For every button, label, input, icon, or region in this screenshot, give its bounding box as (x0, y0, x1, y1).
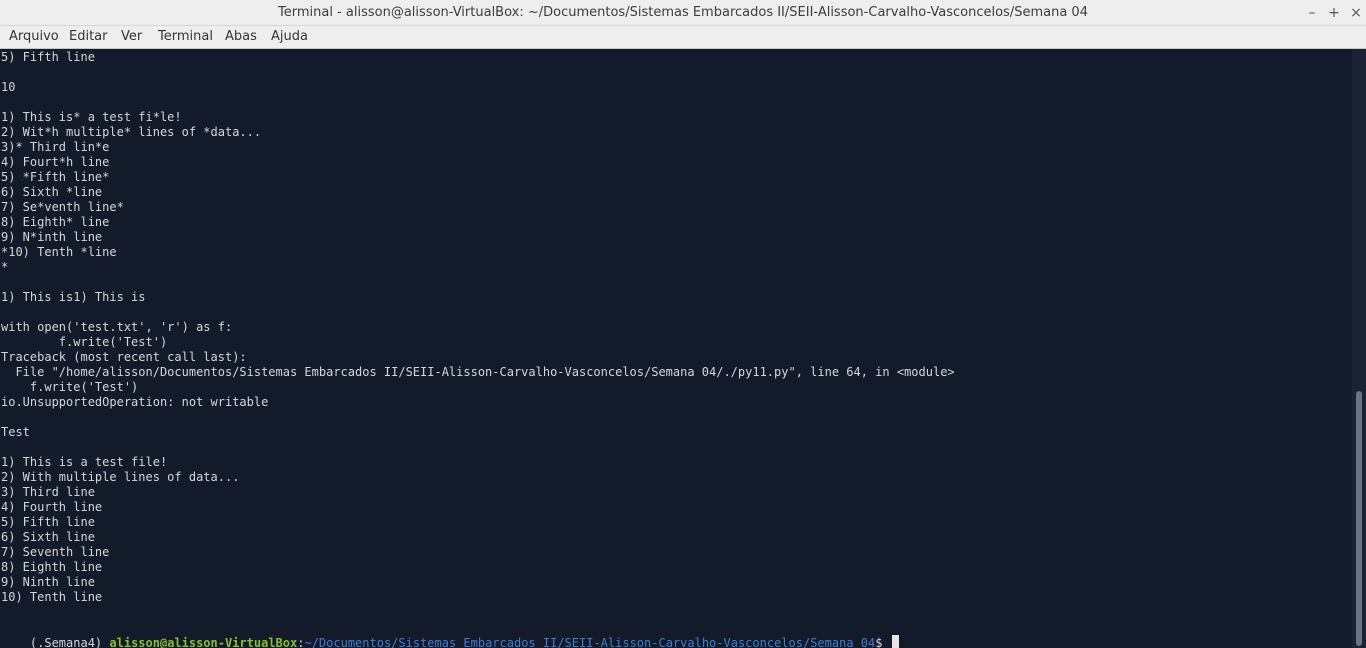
terminal-line: 5) *Fifth line* (1, 170, 110, 184)
window-title: Terminal - alisson@alisson-VirtualBox: ~… (278, 5, 1088, 20)
terminal-line: File "/home/alisson/Documentos/Sistemas … (1, 365, 955, 379)
terminal-line: 9) Ninth line (1, 575, 95, 589)
terminal-line: 1) This is1) This is (1, 290, 146, 304)
menu-ajuda[interactable]: Ajuda (271, 26, 308, 48)
terminal-output[interactable]: 5) Fifth line 10 1) This is* a test fi*le!… (0, 49, 1352, 648)
terminal-line: io.UnsupportedOperation: not writable (1, 395, 269, 409)
terminal-line: f.write('Test') (1, 380, 139, 394)
menu-terminal[interactable]: Terminal (158, 26, 213, 48)
terminal-line: 1) This is* a test fi*le! (1, 110, 182, 124)
terminal-line: 6) Sixth *line (1, 185, 103, 199)
terminal-line: 2) With multiple lines of data... (1, 470, 240, 484)
terminal-line: with open('test.txt', 'r') as f: (1, 320, 233, 334)
menu-bar: Arquivo Editar Ver Terminal Abas Ajuda (0, 26, 1366, 49)
terminal-line: 5) Fifth line (1, 515, 95, 529)
terminal-line: Test (1, 425, 30, 439)
terminal-line: 7) Se*venth line* (1, 200, 124, 214)
menu-ver[interactable]: Ver (121, 26, 142, 48)
terminal-line: 8) Eighth* line (1, 215, 110, 229)
terminal-line: * (1, 260, 9, 274)
prompt-path: ~/Documentos/Sistemas Embarcados II/SEII… (304, 636, 876, 648)
terminal-line: 10) Tenth line (1, 590, 103, 604)
terminal-line: Traceback (most recent call last): (1, 350, 247, 364)
terminal-line: 1) This is a test file! (1, 455, 168, 469)
terminal-line: *10) Tenth *line (1, 245, 117, 259)
prompt-user-host: alisson@alisson-VirtualBox (109, 636, 298, 648)
text-cursor (891, 635, 899, 648)
scrollbar-thumb[interactable] (1356, 391, 1362, 646)
terminal-line: 3)* Third lin*e (1, 140, 110, 154)
close-icon[interactable]: × (1345, 0, 1366, 26)
menu-editar[interactable]: Editar (69, 26, 108, 48)
terminal-line: 5) Fifth line (1, 50, 95, 64)
scrollbar[interactable] (1352, 49, 1366, 648)
terminal-line: 4) Fourt*h line (1, 155, 110, 169)
terminal-line: 10 (1, 80, 16, 94)
maximize-icon[interactable]: + (1323, 0, 1345, 26)
menu-abas[interactable]: Abas (225, 26, 257, 48)
prompt-symbol: $ (875, 636, 890, 648)
menu-arquivo[interactable]: Arquivo (9, 26, 59, 48)
terminal-line: 4) Fourth line (1, 500, 103, 514)
terminal-line: 7) Seventh line (1, 545, 110, 559)
prompt-line[interactable]: (.Semana4) alisson@alisson-VirtualBox:~/… (1, 620, 899, 648)
terminal-line: 8) Eighth line (1, 560, 103, 574)
terminal-line: 6) Sixth line (1, 530, 95, 544)
terminal-line: f.write('Test') (1, 335, 168, 349)
terminal-line: 3) Third line (1, 485, 95, 499)
title-bar: Terminal - alisson@alisson-VirtualBox: ~… (0, 0, 1366, 26)
terminal-line: 9) N*inth line (1, 230, 103, 244)
terminal-line: 2) Wit*h multiple* lines of *data... (1, 125, 262, 139)
minimize-icon[interactable]: – (1301, 0, 1323, 26)
prompt-env: (.Semana4) (29, 636, 110, 648)
